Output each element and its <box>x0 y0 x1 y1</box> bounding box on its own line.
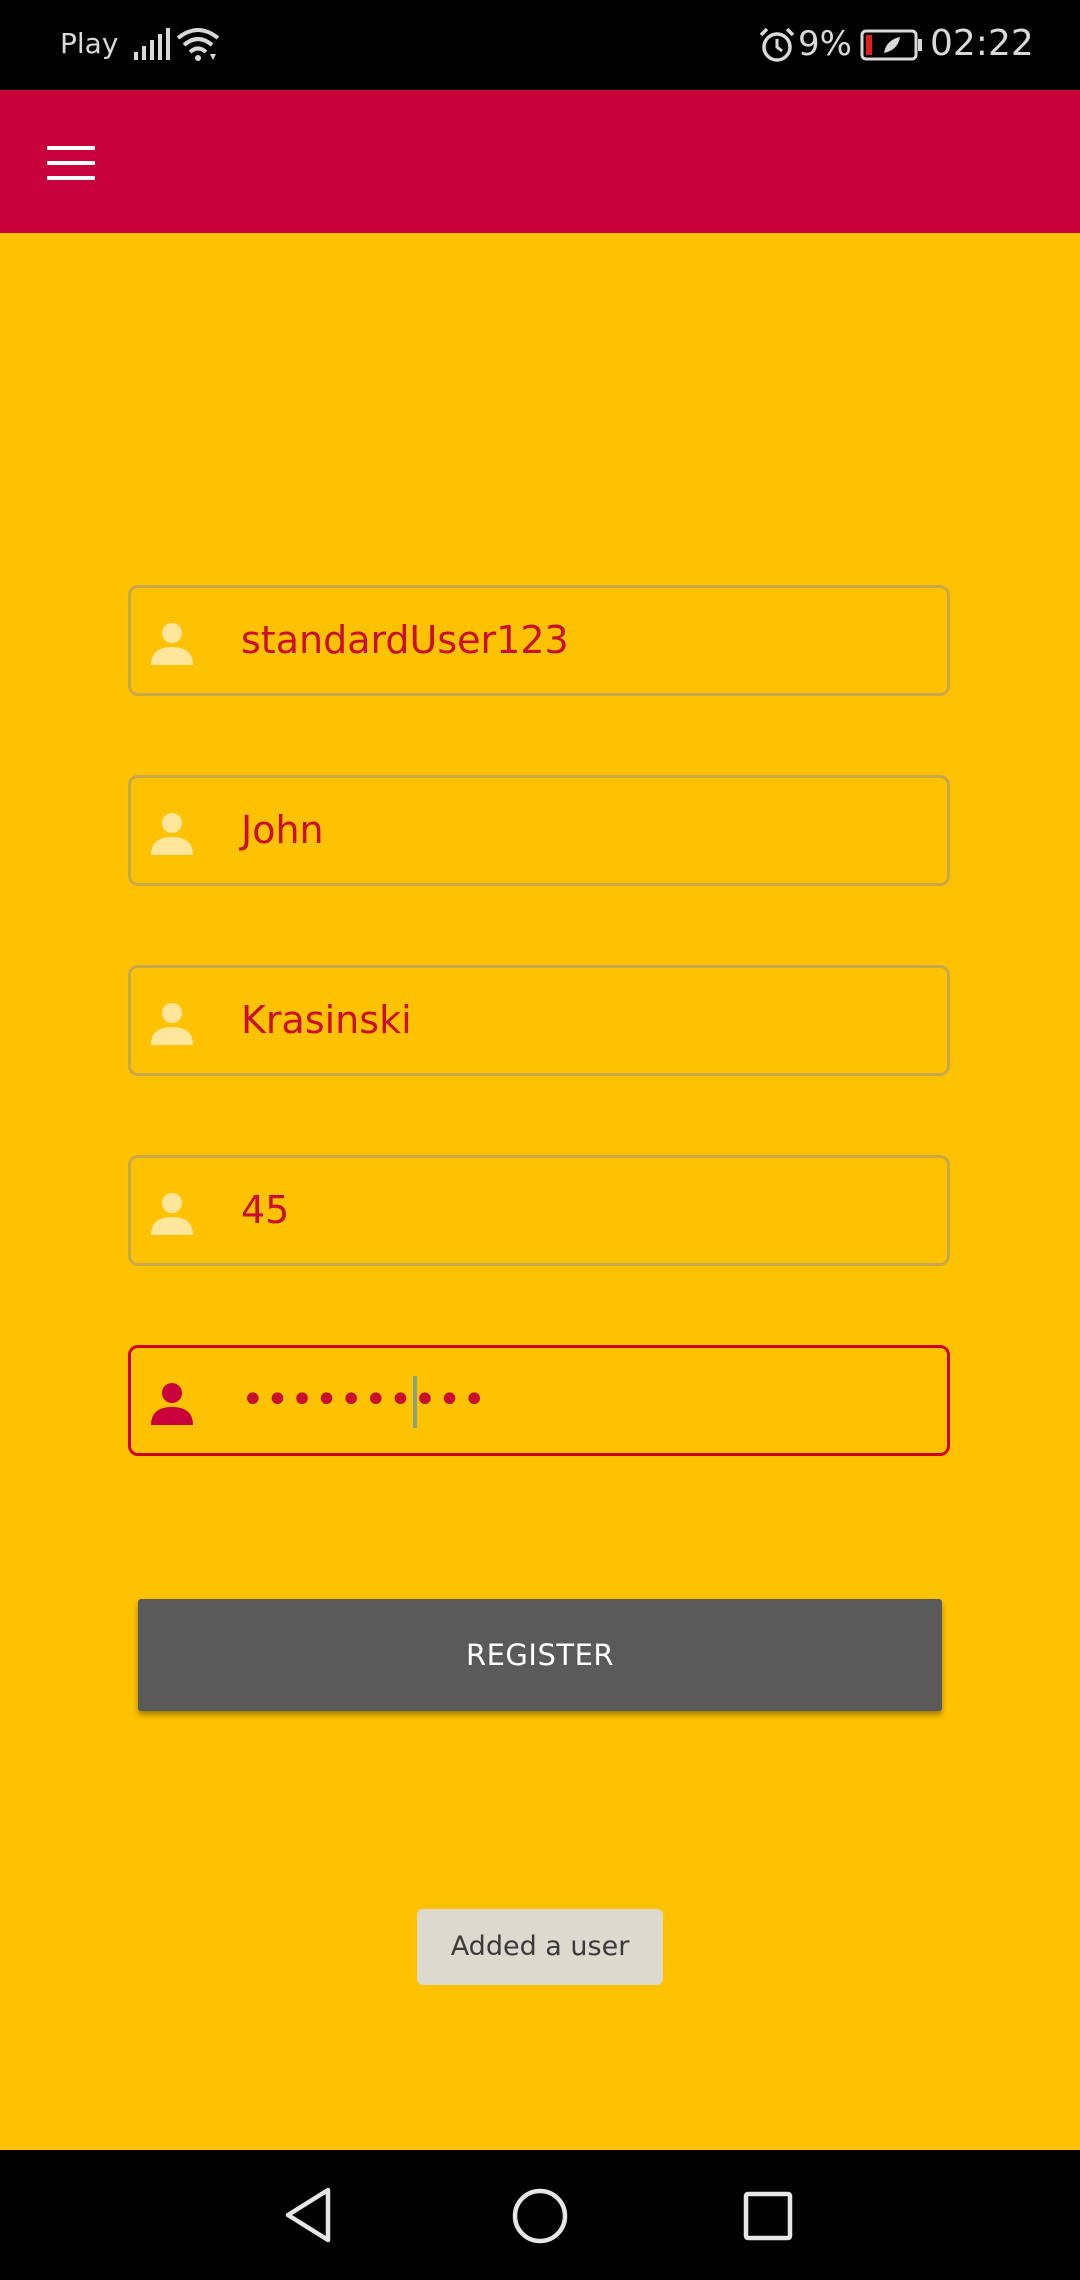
register-button[interactable]: REGISTER <box>138 1599 942 1711</box>
text-cursor <box>413 1376 417 1428</box>
wifi-icon <box>176 28 220 61</box>
registration-form: standardUser123 John Krasinski 45 ••••••… <box>0 233 1080 2150</box>
screen: Play 9% 02:22 standardUser123 John Krasi… <box>0 0 1080 2280</box>
back-icon[interactable] <box>280 2186 336 2244</box>
person-icon <box>151 813 193 855</box>
navigation-bar <box>0 2150 1080 2280</box>
password-value: •••••••••• <box>241 1377 487 1423</box>
age-field[interactable]: 45 <box>128 1155 950 1266</box>
username-field[interactable]: standardUser123 <box>128 585 950 696</box>
person-icon <box>151 1003 193 1045</box>
recents-icon[interactable] <box>742 2190 794 2242</box>
clock: 02:22 <box>930 23 1034 64</box>
battery-icon <box>860 29 922 61</box>
status-bar: Play 9% 02:22 <box>0 0 1080 90</box>
last-name-field[interactable]: Krasinski <box>128 965 950 1076</box>
toast-message: Added a user <box>417 1909 663 1985</box>
person-icon <box>151 1193 193 1235</box>
password-field[interactable]: •••••••••• <box>128 1345 950 1456</box>
username-value: standardUser123 <box>241 618 569 662</box>
person-icon <box>151 1383 193 1425</box>
alarm-icon <box>759 27 795 62</box>
person-icon <box>151 623 193 665</box>
signal-icon <box>134 28 170 60</box>
menu-icon <box>47 146 95 180</box>
first-name-value: John <box>241 808 324 852</box>
last-name-value: Krasinski <box>241 998 412 1042</box>
menu-button[interactable] <box>30 126 112 198</box>
first-name-field[interactable]: John <box>128 775 950 886</box>
age-value: 45 <box>241 1188 290 1232</box>
carrier-name: Play <box>60 27 119 60</box>
app-bar <box>0 90 1080 233</box>
home-icon[interactable] <box>510 2186 570 2246</box>
battery-percent: 9% <box>798 24 852 64</box>
